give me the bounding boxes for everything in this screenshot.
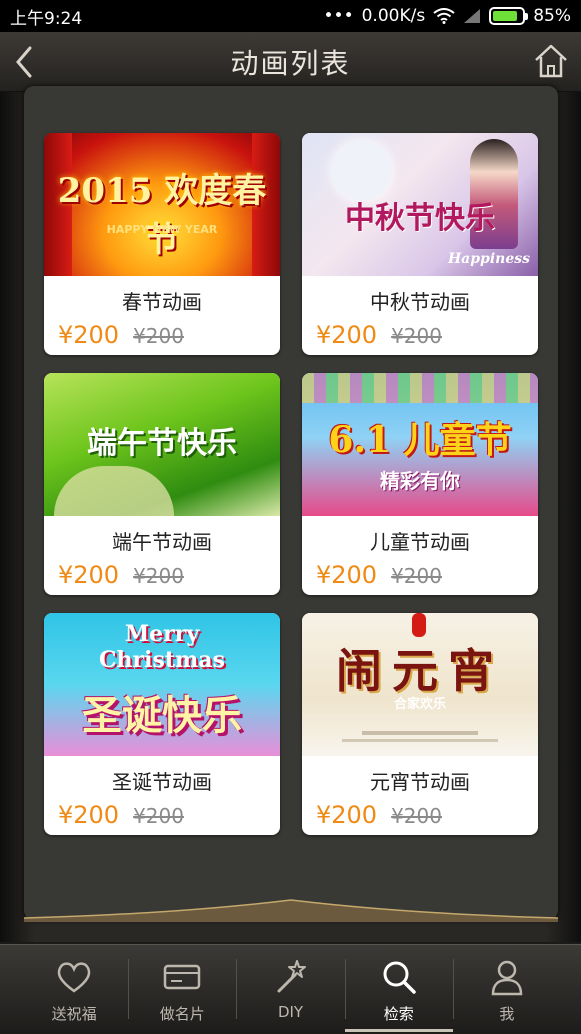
card-image-subcaption: 合家欢乐 xyxy=(393,697,446,712)
card-image: Merry Christmas 圣诞快乐 xyxy=(44,613,280,756)
battery-percent: 85% xyxy=(533,6,571,26)
battery-icon xyxy=(489,7,529,25)
card-image: 6.1 儿童节 精彩有你 xyxy=(302,373,538,516)
card-prices: ¥200 ¥200 xyxy=(302,321,538,349)
card-image-caption: 闹元宵 xyxy=(336,644,504,698)
card-image-subcaption: Happiness xyxy=(447,251,530,267)
tab-me[interactable]: 我 xyxy=(452,945,561,1034)
home-icon[interactable] xyxy=(533,42,569,80)
battery-fill xyxy=(493,11,517,21)
card-old-price: ¥200 xyxy=(133,564,184,588)
card-title: 中秋节动画 xyxy=(370,290,470,314)
card-old-price: ¥200 xyxy=(133,324,184,348)
card-image-caption: Merry Christmas xyxy=(99,621,225,673)
card-title: 春节动画 xyxy=(122,290,202,314)
card-price: ¥200 xyxy=(316,561,378,589)
card-prices: ¥200 ¥200 xyxy=(44,321,280,349)
card-old-price: ¥200 xyxy=(391,324,442,348)
card-prices: ¥200 ¥200 xyxy=(302,561,538,589)
tab-label: DIY xyxy=(277,1003,304,1021)
card-image-subcaption: 圣诞快乐 xyxy=(82,692,242,739)
tab-label: 检索 xyxy=(383,1005,414,1023)
card-title: 元宵节动画 xyxy=(370,770,470,794)
chevron-left-icon[interactable] xyxy=(10,44,40,80)
card-lantern-festival[interactable]: 闹元宵 合家欢乐 元宵节动画 ¥200 ¥200 xyxy=(302,613,538,835)
wifi-icon xyxy=(433,8,455,24)
card-title: 圣诞节动画 xyxy=(112,770,212,794)
card-dragon-boat[interactable]: 端午节快乐 端午节动画 ¥200 ¥200 xyxy=(44,373,280,595)
card-image: 中秋节快乐 Happiness xyxy=(302,133,538,276)
card-icon xyxy=(164,964,201,990)
card-price: ¥200 xyxy=(58,561,120,589)
tab-search[interactable]: 检索 xyxy=(344,945,454,1034)
tab-send-wishes[interactable]: 送祝福 xyxy=(20,945,128,1034)
card-christmas[interactable]: Merry Christmas 圣诞快乐 圣诞节动画 ¥200 ¥200 xyxy=(44,613,280,835)
card-prices: ¥200 ¥200 xyxy=(44,801,280,829)
card-image-subcaption: HAPPY NEW YEAR xyxy=(106,223,218,236)
card-childrens-day[interactable]: 6.1 儿童节 精彩有你 儿童节动画 ¥200 ¥200 xyxy=(302,373,538,595)
card-image-caption: 2015 欢度春节 xyxy=(57,171,267,260)
card-old-price: ¥200 xyxy=(391,804,442,828)
signal-dots-icon: ••• xyxy=(323,6,354,26)
tab-label: 送祝福 xyxy=(51,1005,97,1023)
card-image: 2015 欢度春节 HAPPY NEW YEAR xyxy=(44,133,280,276)
card-prices: ¥200 ¥200 xyxy=(44,561,280,589)
card-prices: ¥200 ¥200 xyxy=(302,801,538,829)
bottom-tab-bar: 送祝福 做名片 DIY 检索 我 xyxy=(0,944,581,1034)
cell-signal-icon xyxy=(464,9,481,23)
card-mid-autumn[interactable]: 中秋节快乐 Happiness 中秋节动画 ¥200 ¥200 xyxy=(302,133,538,355)
search-icon xyxy=(383,961,416,994)
user-icon xyxy=(491,960,523,996)
magic-wand-icon xyxy=(277,960,306,993)
status-time: 上午9:24 xyxy=(10,8,83,29)
card-title: 端午节动画 xyxy=(112,530,212,554)
tab-label: 做名片 xyxy=(159,1005,205,1023)
card-old-price: ¥200 xyxy=(391,564,442,588)
page-title: 动画列表 xyxy=(230,46,351,80)
card-image: 闹元宵 合家欢乐 xyxy=(302,613,538,756)
tab-label: 我 xyxy=(499,1005,515,1023)
card-image-subcaption: 精彩有你 xyxy=(380,469,460,493)
panel-bottom-ornament xyxy=(24,899,558,922)
status-bar: 上午9:24 ••• 0.00K/s 85% xyxy=(0,0,581,32)
card-price: ¥200 xyxy=(316,801,378,829)
card-price: ¥200 xyxy=(58,801,120,829)
card-image-caption: 中秋节快乐 xyxy=(345,201,495,236)
card-image-caption: 端午节快乐 xyxy=(87,426,237,461)
header: 动画列表 xyxy=(0,32,581,92)
card-image: 端午节快乐 xyxy=(44,373,280,516)
tab-make-card[interactable]: 做名片 xyxy=(128,945,236,1034)
card-old-price: ¥200 xyxy=(133,804,184,828)
card-title: 儿童节动画 xyxy=(370,530,470,554)
card-price: ¥200 xyxy=(58,321,120,349)
heart-icon xyxy=(57,962,91,993)
tab-diy[interactable]: DIY xyxy=(236,945,344,1034)
card-spring-festival[interactable]: 2015 欢度春节 HAPPY NEW YEAR 春节动画 ¥200 ¥200 xyxy=(44,133,280,355)
network-speed: 0.00K/s xyxy=(361,6,426,26)
card-image-caption: 6.1 儿童节 xyxy=(328,419,512,461)
card-price: ¥200 xyxy=(316,321,378,349)
status-right: ••• 0.00K/s 85% xyxy=(324,6,571,26)
